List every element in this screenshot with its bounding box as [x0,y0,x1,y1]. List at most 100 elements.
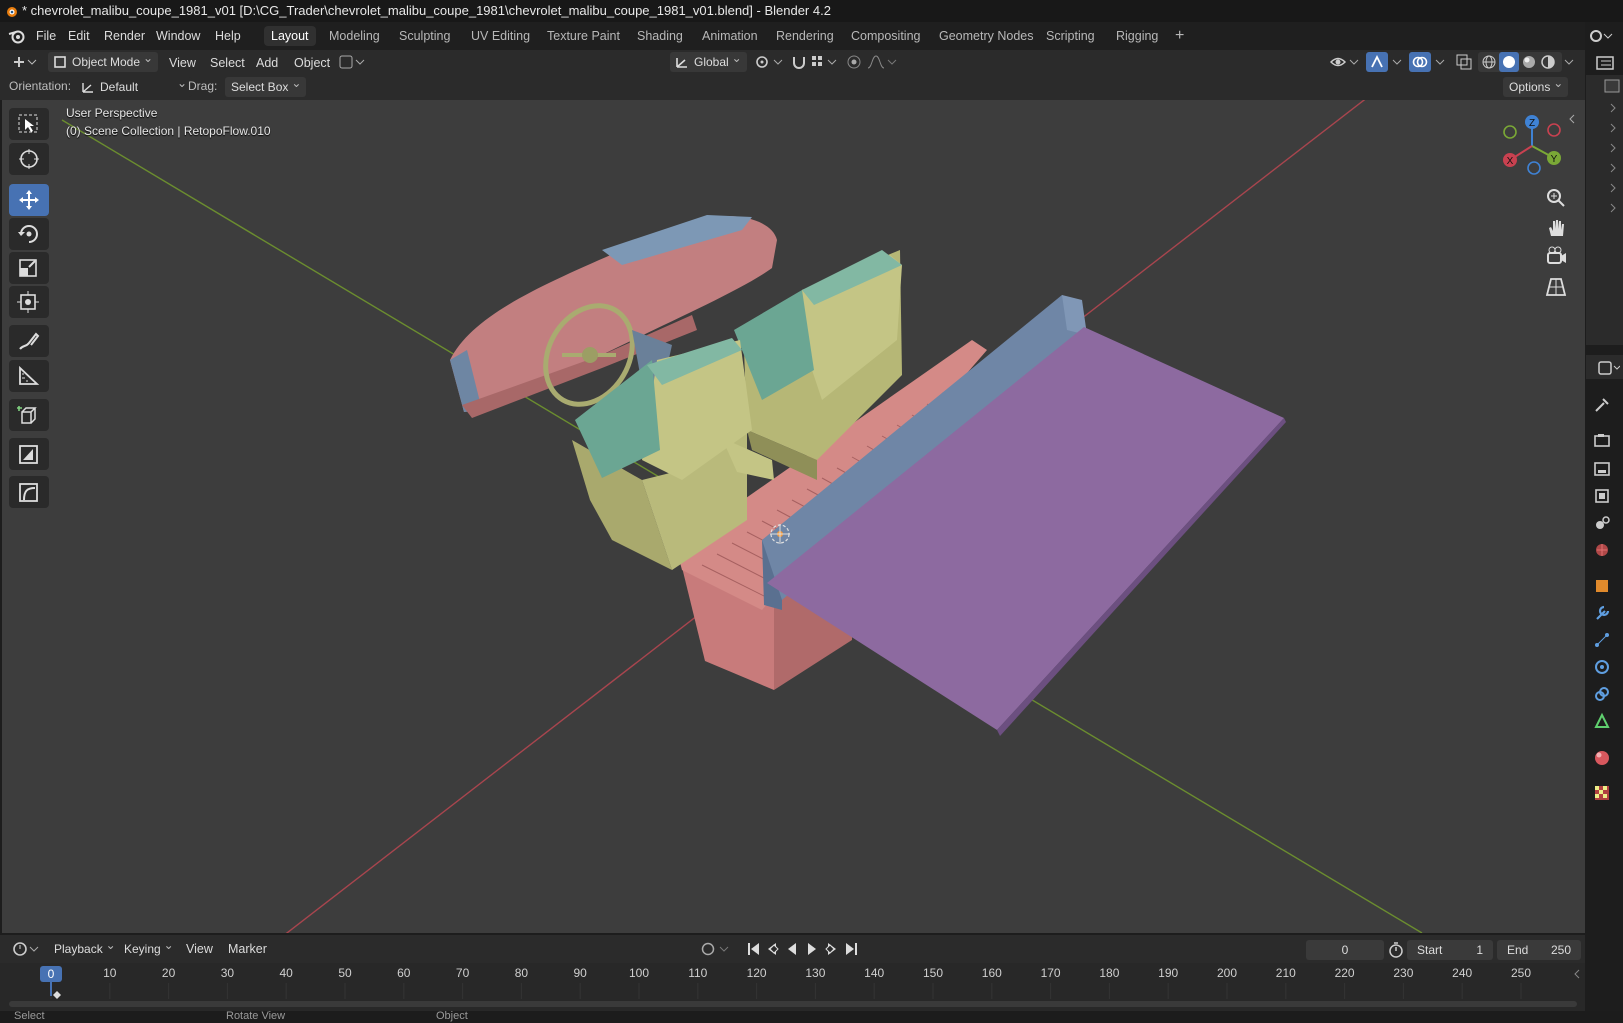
playback-menu[interactable]: Playback [48,935,121,959]
transform-orientation-dropdown[interactable]: Global [670,48,747,72]
tab-layout[interactable]: Layout [264,26,316,46]
3d-viewport[interactable]: User Perspective (0) Scene Collection | … [2,100,1585,933]
playhead[interactable]: 0 [40,966,62,982]
measure-tool[interactable] [9,360,49,392]
texture-properties-icon[interactable] [1593,784,1611,802]
drag-setting-dropdown[interactable]: Select Box [225,73,307,97]
navigation-gizmo[interactable]: Z Y X [1492,110,1572,180]
view-layer-properties-icon[interactable] [1593,487,1611,505]
menu-window[interactable]: Window [152,27,204,45]
outliner-filter-icon[interactable] [1604,79,1620,95]
viewport-scene[interactable] [2,100,1585,933]
select-box-tool[interactable] [9,108,49,140]
outliner-expand-arrows[interactable] [1607,100,1621,220]
snap-toggle-icon[interactable] [790,53,808,71]
snap-target-icon[interactable] [810,54,840,70]
shading-dropdown-icon[interactable] [1562,54,1576,70]
tab-uv-editing[interactable]: UV Editing [464,26,537,46]
annotate-tool[interactable] [9,325,49,357]
gizmo-button[interactable] [1366,52,1388,72]
data-properties-icon[interactable] [1593,712,1611,730]
jump-to-end-icon[interactable] [846,943,857,955]
cursor-tool[interactable] [9,143,49,175]
rendered-shading-icon[interactable] [1540,54,1556,70]
preview-range-icon[interactable] [1388,942,1404,958]
overlays-button[interactable] [1409,52,1431,72]
shrink-tool[interactable] [9,438,49,470]
menu-object[interactable]: Object [294,53,330,73]
shear-tool[interactable] [9,476,49,508]
start-frame-field[interactable]: Start 1 [1407,940,1493,960]
scene-properties-icon[interactable] [1593,514,1611,532]
tab-rigging[interactable]: Rigging [1109,26,1165,46]
menu-select[interactable]: Select [210,53,245,73]
proportional-falloff-icon[interactable] [866,54,898,70]
add-cube-tool[interactable] [9,399,49,431]
menu-add[interactable]: Add [256,53,278,73]
timeline-view-menu[interactable]: View [186,939,213,959]
render-properties-icon[interactable] [1593,431,1611,449]
material-properties-icon[interactable] [1593,749,1611,767]
properties-editor-icon[interactable] [1598,361,1620,375]
add-workspace-icon[interactable]: + [1168,26,1191,46]
scene-selector-icon[interactable] [1586,27,1620,45]
gizmo-dropdown-icon[interactable] [1390,54,1404,70]
tool-properties-icon[interactable] [1593,396,1611,414]
camera-view-icon[interactable] [1542,243,1570,271]
tab-modeling[interactable]: Modeling [322,26,387,46]
solid-shading-button[interactable] [1499,52,1519,72]
move-tool[interactable] [9,184,49,216]
pan-hand-icon[interactable] [1542,214,1570,242]
menu-help[interactable]: Help [211,27,245,45]
tab-compositing[interactable]: Compositing [844,26,927,46]
menu-edit[interactable]: Edit [64,27,94,45]
auto-keying-icon[interactable] [700,941,734,957]
play-icon[interactable] [808,943,816,955]
proportional-edit-icon[interactable] [846,54,862,70]
gizmo-toggle-icon[interactable] [339,54,367,70]
menu-file[interactable]: File [32,27,60,45]
rotate-tool[interactable] [9,218,49,250]
play-reverse-icon[interactable] [788,943,796,955]
menu-view[interactable]: View [169,53,196,73]
blender-menu-icon[interactable] [8,28,25,44]
modifier-properties-icon[interactable] [1593,604,1611,622]
xray-toggle-icon[interactable] [1455,53,1473,71]
jump-to-keyframe-forward-icon[interactable] [825,943,836,955]
editor-type-icon[interactable] [12,53,42,71]
transform-tool[interactable] [9,286,49,318]
marker-menu[interactable]: Marker [228,939,267,959]
constraint-properties-icon[interactable] [1593,685,1611,703]
tab-geometry-nodes[interactable]: Geometry Nodes [932,26,1040,46]
material-preview-icon[interactable] [1521,54,1537,70]
overlays-dropdown-icon[interactable] [1433,54,1447,70]
scale-tool[interactable] [9,252,49,284]
tab-rendering[interactable]: Rendering [769,26,841,46]
outliner-editor-icon[interactable] [1596,55,1618,71]
tab-scripting[interactable]: Scripting [1039,26,1102,46]
mode-dropdown[interactable]: Object Mode [48,48,159,72]
physics-properties-icon[interactable] [1593,658,1611,676]
timeline-editor-type-icon[interactable] [12,940,40,958]
visibility-icon[interactable] [1330,54,1362,70]
keying-menu[interactable]: Keying [118,935,179,959]
tab-texture-paint[interactable]: Texture Paint [540,26,627,46]
end-frame-field[interactable]: End 250 [1497,940,1581,960]
output-properties-icon[interactable] [1593,460,1611,478]
wireframe-shading-icon[interactable] [1481,54,1497,70]
options-dropdown[interactable]: Options [1503,73,1569,97]
tab-sculpting[interactable]: Sculpting [392,26,457,46]
tab-shading[interactable]: Shading [630,26,690,46]
zoom-icon[interactable] [1542,184,1570,212]
pivot-point-icon[interactable] [754,54,786,70]
jump-to-start-icon[interactable] [748,943,759,955]
timeline-scrollbar[interactable] [9,1001,1577,1007]
jump-to-keyframe-back-icon[interactable] [768,943,779,955]
object-properties-icon[interactable] [1593,577,1611,595]
tab-animation[interactable]: Animation [695,26,765,46]
perspective-toggle-icon[interactable] [1542,273,1570,301]
world-properties-icon[interactable] [1593,541,1611,559]
menu-render[interactable]: Render [100,27,149,45]
orientation-setting-dropdown[interactable]: Default [76,73,192,97]
sidebar-toggle-icon[interactable] [1565,112,1579,126]
